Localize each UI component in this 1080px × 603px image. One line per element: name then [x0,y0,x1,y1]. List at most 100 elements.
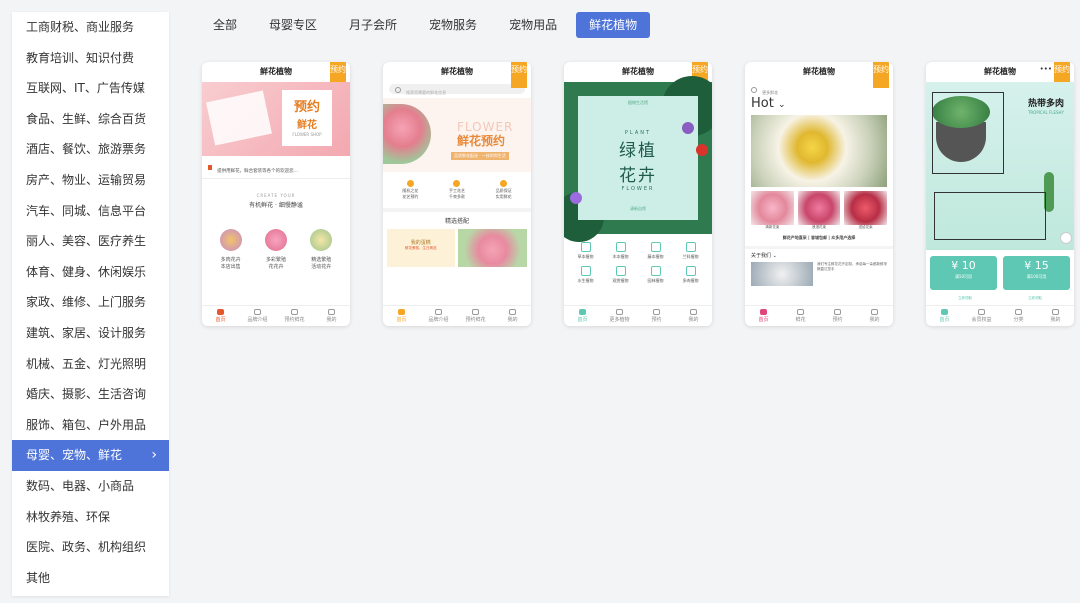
sidebar-item[interactable]: 教育培训、知识付费 [12,43,169,74]
coupon-amount: 15 [1034,259,1049,272]
nav-me[interactable]: 我的 [494,306,531,326]
search-bar[interactable]: 更多鲜花 [751,84,887,95]
coupon[interactable]: ¥ 15 满100可用 [1003,256,1070,290]
nav-label: 品牌介绍 [428,317,449,323]
sidebar-item[interactable]: 机械、五金、灯光照明 [12,349,169,380]
template-card-5[interactable]: 鲜花植物 ••• 预约 热带多肉 TROPICAL FLESHY ¥ 10 满5… [926,62,1074,326]
thumb-item[interactable]: 浪漫花束 [797,191,841,230]
banner-plant: 绿植 [619,141,657,161]
category-item[interactable]: 多肉植物 [673,266,708,284]
nav-category[interactable]: 分类 [1000,306,1037,326]
sidebar-item[interactable]: 婚庆、摄影、生活咨询 [12,379,169,410]
nav-label: 首页 [577,317,588,323]
share-icon[interactable] [1060,232,1072,244]
sidebar-item[interactable]: 其他 [12,563,169,594]
nav-more[interactable]: 更多植物 [601,306,638,326]
nav-me[interactable]: 我的 [856,306,893,326]
category-item[interactable]: 木本植物 [603,242,638,260]
about-row: 我们专注鲜花花卉定制，承诺每一朵都新鲜采摘直达您手 [745,262,893,286]
nav-brand[interactable]: 品牌介绍 [420,306,457,326]
tab[interactable]: 宠物服务 [416,12,490,38]
banner-title: 鲜花预约 [457,134,506,148]
banner-sub: 品质鲜花配送 · 一枝时尚生活 [451,152,509,160]
category-item[interactable]: 园林植物 [638,266,673,284]
banner-side-text: 鲜花 [297,120,317,131]
sidebar-item[interactable]: 互联网、IT、广告传媒 [12,73,169,104]
nav-home[interactable]: 首页 [926,306,963,326]
flower-image [383,104,431,164]
coupon-note[interactable]: 立即领取 [930,296,1000,301]
card-banner: 预约 鲜花 FLOWER SHOP [202,82,350,156]
nav-me[interactable]: 我的 [1037,306,1074,326]
menu-icon[interactable]: ••• [1040,65,1052,73]
sidebar-item[interactable]: 房产、物业、运输贸易 [12,165,169,196]
sidebar-item-label: 医院、政务、机构组织 [26,540,147,555]
feature-item[interactable]: 品质保证 实用鲜花 [496,180,512,200]
template-card-1[interactable]: 鲜花植物 预约 预约 鲜花 FLOWER SHOP 提供用鲜花，鲜合套装等各个的… [202,62,350,326]
sidebar-item[interactable]: 母婴、宠物、鲜花 › [12,440,169,471]
tab[interactable]: 母婴专区 [256,12,330,38]
banner-title: 热带多肉 [1027,99,1064,109]
product-item[interactable]: 多彩繁殖 花花卉 [258,229,294,270]
category-item[interactable]: 水生植物 [568,266,603,284]
coupon-note[interactable]: 立即领取 [1000,296,1070,301]
nav-brand[interactable]: 品牌介绍 [239,306,276,326]
banner-foot: 清新自然 [630,206,646,211]
category-item[interactable]: 藤本植物 [638,242,673,260]
sidebar-item[interactable]: 医院、政务、机构组织 [12,532,169,563]
purple-flower [570,192,582,204]
product-item[interactable]: 多肉花卉 本店出售 [213,229,249,270]
nav-home[interactable]: 首页 [745,306,782,326]
category-item[interactable]: 草本植物 [568,242,603,260]
nav-home[interactable]: 首页 [383,306,420,326]
product-desc: 活动花卉 [311,264,332,270]
nav-flowers[interactable]: 鲜花 [782,306,819,326]
tab[interactable]: 全部 [200,12,250,38]
hot-header[interactable]: Hot ⌄ [745,96,893,113]
category-item[interactable]: 观赏植物 [603,266,638,284]
booking-badge: 预约 [511,62,527,88]
category-item[interactable]: 兰科植物 [673,242,708,260]
sidebar-item[interactable]: 汽车、同城、信息平台 [12,196,169,227]
sidebar-item[interactable]: 酒店、餐饮、旅游票务 [12,134,169,165]
nav-booking[interactable]: 预约 [638,306,675,326]
thumb-item[interactable]: 清新花束 [751,191,794,230]
nav-booking[interactable]: 预约鲜花 [457,306,494,326]
nav-home[interactable]: 首页 [202,306,239,326]
nav-member[interactable]: 会员权益 [963,306,1000,326]
sidebar-item[interactable]: 工商财税、商业服务 [12,12,169,43]
search-bar[interactable]: 搜索您需要的鲜花信息 [389,84,525,95]
sidebar-item[interactable]: 林牧养殖、环保 [12,502,169,533]
sidebar-item-label: 家政、维修、上门服务 [26,295,147,310]
product-item[interactable]: 精选繁殖 活动花卉 [303,229,339,270]
feature-item[interactable]: 随机之花 花艺预约 [402,180,418,200]
sidebar-item[interactable]: 食品、生鲜、综合百货 [12,104,169,135]
feature-row: 随机之花 花艺预约 手工花艺 千束多款 品质保证 实用鲜花 [383,172,531,212]
about-header[interactable]: 关于我们 ⌄ [745,249,893,262]
user-icon [1052,309,1059,315]
template-card-4[interactable]: 鲜花植物 预约 更多鲜花 Hot ⌄ 清新花束 浪漫花束 送给花束 鲜花产地直采… [745,62,893,326]
sidebar-item[interactable]: 数码、电器、小商品 [12,471,169,502]
nav-booking[interactable]: 预约 [819,306,856,326]
nav-home[interactable]: 首页 [564,306,601,326]
sidebar-item[interactable]: 服饰、箱包、户外用品 [12,410,169,441]
nav-label: 我的 [1050,317,1061,323]
coupon[interactable]: ¥ 10 满50可用 [930,256,997,290]
template-card-2[interactable]: 鲜花植物 预约 搜索您需要的鲜花信息 FLOWER 鲜花预约 品质鲜花配送 · … [383,62,531,326]
banner-main-text: 预约 [293,100,320,115]
sidebar-item-label: 食品、生鲜、综合百货 [26,111,147,126]
template-card-3[interactable]: 鲜花植物 预约 植物生活馆 PLANT 绿植 花卉 FLOWER 清新自然 草本… [564,62,712,326]
nav-me[interactable]: 我的 [313,306,350,326]
sidebar-item[interactable]: 建筑、家居、设计服务 [12,318,169,349]
feature-item[interactable]: 手工花艺 千束多款 [449,180,465,200]
nav-me[interactable]: 我的 [675,306,712,326]
sidebar-item[interactable]: 家政、维修、上门服务 [12,287,169,318]
sidebar-item[interactable]: 丽人、美容、医疗养生 [12,226,169,257]
thumb-item[interactable]: 送给花束 [844,191,888,230]
tab[interactable]: 鲜花植物 [576,12,651,38]
tab[interactable]: 月子会所 [336,12,410,38]
nav-booking[interactable]: 预约鲜花 [276,306,313,326]
tab[interactable]: 宠物用品 [496,12,570,38]
sidebar-item[interactable]: 体育、健身、休闲娱乐 [12,257,169,288]
promo-tile[interactable]: 我的蛋糕 鲜花蛋糕，生日精选 [387,229,455,267]
